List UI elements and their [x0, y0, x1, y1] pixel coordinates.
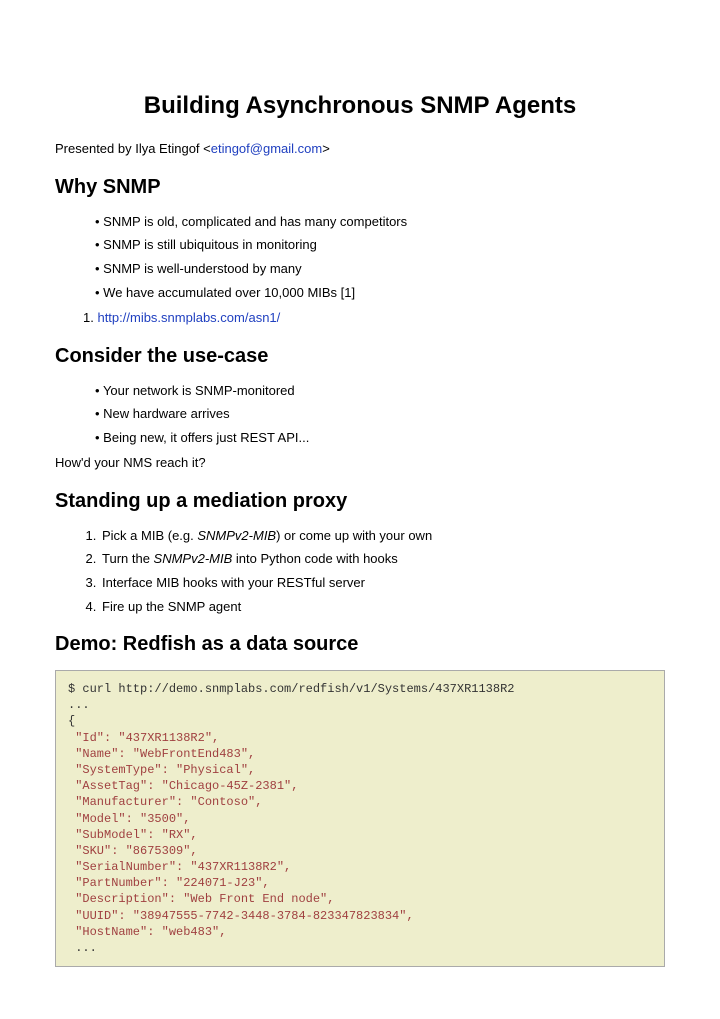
mib-name: SNMPv2-MIB	[154, 551, 233, 566]
list-item: SNMP is old, complicated and has many co…	[95, 213, 665, 231]
code-line: "SKU": "8675309",	[68, 844, 198, 858]
text: Turn the	[102, 551, 154, 566]
presenter-prefix: Presented by Ilya Etingof <	[55, 141, 211, 156]
presenter-line: Presented by Ilya Etingof <etingof@gmail…	[55, 140, 665, 158]
reference-link[interactable]: http://mibs.snmplabs.com/asn1/	[97, 310, 280, 325]
code-line: "Description": "Web Front End node",	[68, 892, 334, 906]
usecase-heading: Consider the use-case	[55, 343, 665, 370]
code-line: "Name": "WebFrontEnd483",	[68, 747, 255, 761]
code-cmd: $ curl http://demo.snmplabs.com/redfish/…	[68, 682, 514, 696]
code-line: "HostName": "web483",	[68, 925, 226, 939]
proxy-heading: Standing up a mediation proxy	[55, 488, 665, 515]
list-item: We have accumulated over 10,000 MIBs [1]	[95, 284, 665, 302]
ref-number: 1.	[83, 310, 97, 325]
page-title: Building Asynchronous SNMP Agents	[55, 90, 665, 122]
code-line: "SystemType": "Physical",	[68, 763, 255, 777]
code-line: "Manufacturer": "Contoso",	[68, 795, 262, 809]
code-line: "SerialNumber": "437XR1138R2",	[68, 860, 291, 874]
proxy-steps: Pick a MIB (e.g. SNMPv2-MIB) or come up …	[55, 527, 665, 615]
usecase-list: Your network is SNMP-monitored New hardw…	[55, 382, 665, 447]
presenter-email-link[interactable]: etingof@gmail.com	[211, 141, 322, 156]
list-item: Fire up the SNMP agent	[100, 598, 665, 616]
why-list: SNMP is old, complicated and has many co…	[55, 213, 665, 301]
code-text: {	[68, 714, 75, 728]
demo-heading: Demo: Redfish as a data source	[55, 631, 665, 658]
reference-line: 1. http://mibs.snmplabs.com/asn1/	[55, 309, 665, 327]
code-text: ...	[68, 941, 97, 955]
mib-name: SNMPv2-MIB	[197, 528, 276, 543]
code-line: "SubModel": "RX",	[68, 828, 198, 842]
list-item: New hardware arrives	[95, 405, 665, 423]
list-item: Your network is SNMP-monitored	[95, 382, 665, 400]
text: Pick a MIB (e.g.	[102, 528, 197, 543]
code-line: "Id": "437XR1138R2",	[68, 731, 219, 745]
text: ) or come up with your own	[276, 528, 432, 543]
list-item: Interface MIB hooks with your RESTful se…	[100, 574, 665, 592]
list-item: SNMP is well-understood by many	[95, 260, 665, 278]
list-item: Being new, it offers just REST API...	[95, 429, 665, 447]
code-block: $ curl http://demo.snmplabs.com/redfish/…	[55, 670, 665, 967]
code-line: "UUID": "38947555-7742-3448-3784-8233478…	[68, 909, 414, 923]
usecase-question: How'd your NMS reach it?	[55, 454, 665, 472]
list-item: Pick a MIB (e.g. SNMPv2-MIB) or come up …	[100, 527, 665, 545]
text: into Python code with hooks	[232, 551, 398, 566]
list-item: SNMP is still ubiquitous in monitoring	[95, 236, 665, 254]
code-line: "AssetTag": "Chicago-45Z-2381",	[68, 779, 298, 793]
why-heading: Why SNMP	[55, 174, 665, 201]
presenter-suffix: >	[322, 141, 330, 156]
code-line: "PartNumber": "224071-J23",	[68, 876, 270, 890]
code-line: "Model": "3500",	[68, 812, 190, 826]
code-text: ...	[68, 698, 90, 712]
list-item: Turn the SNMPv2-MIB into Python code wit…	[100, 550, 665, 568]
